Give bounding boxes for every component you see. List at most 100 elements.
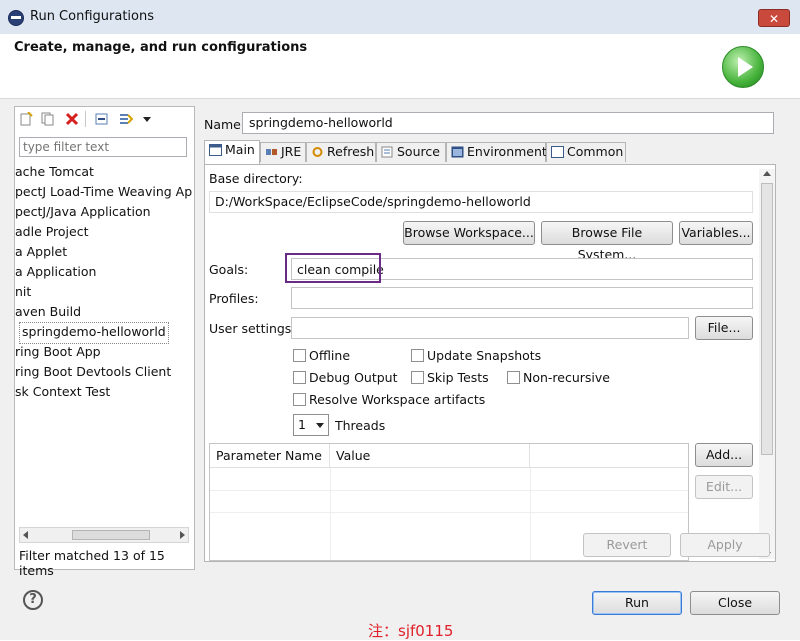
new-config-icon[interactable] <box>19 112 33 126</box>
tree-item[interactable]: pectJ/Java Application <box>15 202 151 222</box>
offline-label: Offline <box>309 348 351 363</box>
delete-icon[interactable] <box>65 112 79 126</box>
window-close-button[interactable]: ✕ <box>758 9 790 27</box>
tree-item[interactable]: a Applet <box>15 242 67 262</box>
resolve-workspace-label: Resolve Workspace artifacts <box>309 392 486 407</box>
window-title: Run Configurations <box>30 9 154 24</box>
configuration-editor: Name: springdemo-helloworld Main JRE Ref… <box>198 106 782 568</box>
row-divider <box>210 490 688 491</box>
main-tab-content: Base directory: D:/WorkSpace/EclipseCode… <box>204 164 776 562</box>
column-header-parameter-name[interactable]: Parameter Name <box>210 444 330 468</box>
tab-jre[interactable]: JRE <box>260 142 306 162</box>
scroll-up-icon[interactable] <box>763 171 771 176</box>
resolve-workspace-checkbox[interactable] <box>293 393 306 406</box>
jre-icon <box>266 149 277 155</box>
tree-item[interactable]: aven Build <box>15 302 81 322</box>
help-icon[interactable]: ? <box>23 590 43 610</box>
dialog-button-bar: ? Run Close 注：sjf0115 <box>0 576 800 640</box>
skip-tests-label: Skip Tests <box>427 370 489 385</box>
filter-icon[interactable] <box>119 112 133 126</box>
tree-item[interactable]: sk Context Test <box>15 382 110 402</box>
close-button[interactable]: Close <box>690 591 780 615</box>
watermark-text: 注：sjf0115 <box>368 622 454 640</box>
scroll-left-icon[interactable] <box>23 531 28 539</box>
goals-highlight-box <box>285 253 381 283</box>
tab-source[interactable]: Source <box>376 142 446 162</box>
scroll-thumb[interactable] <box>72 530 150 540</box>
dialog-header: Create, manage, and run configurations <box>0 34 800 99</box>
tab-label: Environment <box>467 144 547 159</box>
non-recursive-checkbox[interactable] <box>507 371 520 384</box>
tab-environment[interactable]: Environment <box>446 142 547 162</box>
tab-label: Refresh <box>327 144 375 159</box>
browse-workspace-button[interactable]: Browse Workspace... <box>403 221 535 245</box>
filter-input[interactable] <box>19 137 187 157</box>
tree-item[interactable]: adle Project <box>15 222 89 242</box>
tab-label: Common <box>567 144 624 159</box>
threads-label: Threads <box>335 418 386 433</box>
source-icon <box>381 146 393 158</box>
tree-item-selected[interactable]: springdemo-helloworld <box>19 322 169 344</box>
duplicate-icon[interactable] <box>41 112 55 126</box>
configuration-tree: ache Tomcat pectJ Load-Time Weaving Ap p… <box>15 162 194 522</box>
edit-parameter-button[interactable]: Edit... <box>695 475 753 499</box>
tree-item[interactable]: pectJ Load-Time Weaving Ap <box>15 182 192 202</box>
tree-item[interactable]: a Application <box>15 262 96 282</box>
debug-output-label: Debug Output <box>309 370 398 385</box>
title-bar: Run Configurations ✕ <box>0 0 800 35</box>
dropdown-arrow-icon[interactable] <box>143 117 151 122</box>
row-divider <box>210 512 688 513</box>
left-toolbar <box>15 107 194 133</box>
tab-common[interactable]: Common <box>546 142 626 162</box>
skip-tests-checkbox[interactable] <box>411 371 424 384</box>
non-recursive-label: Non-recursive <box>523 370 610 385</box>
run-configurations-window: Run Configurations ✕ Create, manage, and… <box>0 0 800 640</box>
browse-file-system-button[interactable]: Browse File System... <box>541 221 673 262</box>
update-snapshots-label: Update Snapshots <box>427 348 542 363</box>
user-settings-field[interactable] <box>291 317 689 339</box>
tree-item[interactable]: nit <box>15 282 31 302</box>
goals-label: Goals: <box>209 262 249 277</box>
common-icon <box>551 146 564 158</box>
chevron-down-icon <box>316 423 324 428</box>
profiles-field[interactable] <box>291 287 753 309</box>
offline-checkbox[interactable] <box>293 349 306 362</box>
configuration-list-panel: ache Tomcat pectJ Load-Time Weaving Ap p… <box>14 106 195 578</box>
tree-item[interactable]: ache Tomcat <box>15 162 94 182</box>
add-parameter-button[interactable]: Add... <box>695 443 753 467</box>
update-snapshots-checkbox[interactable] <box>411 349 424 362</box>
tab-label: Main <box>225 142 255 157</box>
base-directory-field[interactable]: D:/WorkSpace/EclipseCode/springdemo-hell… <box>209 191 753 213</box>
file-button[interactable]: File... <box>695 316 753 340</box>
header-title: Create, manage, and run configurations <box>14 40 308 55</box>
tab-refresh[interactable]: Refresh <box>306 142 376 162</box>
revert-button[interactable]: Revert <box>583 533 671 557</box>
collapse-all-icon[interactable] <box>95 112 109 126</box>
scroll-right-icon[interactable] <box>180 531 185 539</box>
filter-status: Filter matched 13 of 15 items <box>19 548 165 578</box>
tab-label: JRE <box>281 144 302 159</box>
run-button[interactable]: Run <box>592 591 682 615</box>
tree-item[interactable]: ring Boot App <box>15 342 101 362</box>
environment-icon <box>451 146 464 158</box>
apply-button[interactable]: Apply <box>680 533 770 557</box>
threads-select[interactable]: 1 <box>293 414 329 436</box>
column-header-value[interactable]: Value <box>330 444 530 468</box>
column-divider <box>330 468 331 560</box>
vertical-scrollbar[interactable] <box>759 169 775 559</box>
column-divider <box>530 468 531 560</box>
profiles-label: Profiles: <box>209 291 259 306</box>
variables-button[interactable]: Variables... <box>679 221 753 245</box>
user-settings-label: User settings: <box>209 321 296 336</box>
tree-item[interactable]: ring Boot Devtools Client <box>15 362 171 382</box>
tab-bar: Main JRE Refresh Source Environment Comm… <box>204 140 776 164</box>
tab-main[interactable]: Main <box>204 140 260 164</box>
scroll-thumb[interactable] <box>761 183 773 455</box>
toolbar-separator <box>85 111 86 127</box>
debug-output-checkbox[interactable] <box>293 371 306 384</box>
horizontal-scrollbar[interactable] <box>19 527 189 543</box>
threads-value: 1 <box>298 417 306 432</box>
name-input[interactable]: springdemo-helloworld <box>242 112 774 134</box>
eclipse-icon <box>8 10 24 26</box>
main-tab-icon <box>209 144 222 156</box>
